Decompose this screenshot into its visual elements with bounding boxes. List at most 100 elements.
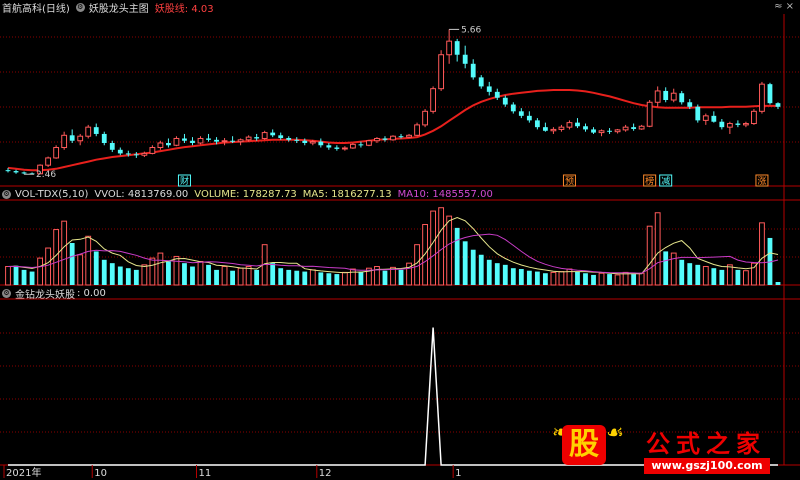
candlestick-series xyxy=(5,29,781,175)
volume-bar xyxy=(133,269,139,285)
event-tags: 财 预 榜减 涨 xyxy=(177,174,769,187)
volume-bar xyxy=(245,266,252,286)
candle-body xyxy=(438,54,445,90)
annotation-label: 5.66 xyxy=(461,25,481,35)
signal-indicator-value: : 0.00 xyxy=(77,287,106,299)
candle-body xyxy=(607,130,612,132)
settings-icon[interactable]: ⚙ xyxy=(75,2,85,12)
candle-body xyxy=(646,101,653,127)
candle-body xyxy=(759,83,765,112)
candle-body xyxy=(398,136,404,138)
logo-badge: 股 xyxy=(562,425,606,465)
signal-panel-header: ⚙ 金钻龙头妖股 : 0.00 xyxy=(0,286,112,301)
candle-body xyxy=(566,122,573,128)
volume-bar xyxy=(526,270,532,285)
candle-body xyxy=(478,77,484,87)
chart-canvas[interactable]: 财 预 榜减 涨 5.66 2.46 2021年 10 11 12 1 xyxy=(0,0,800,480)
candle-body xyxy=(214,139,219,142)
candle-body xyxy=(743,123,749,126)
candle-body xyxy=(614,129,621,133)
volume-bar xyxy=(470,249,476,285)
volume-bar xyxy=(462,241,468,285)
volume-bar xyxy=(518,269,524,285)
settings-icon[interactable]: ⚙ xyxy=(2,288,11,298)
volume-bar xyxy=(478,254,484,285)
volume-bar xyxy=(197,260,204,286)
volume-bars xyxy=(5,207,781,286)
volume-bar xyxy=(719,269,725,285)
volume-bar xyxy=(398,269,404,285)
volume-bar xyxy=(101,259,107,285)
volume-ma-lines xyxy=(7,216,779,275)
volume-bar xyxy=(230,270,235,285)
volume-bar xyxy=(438,207,445,286)
watermark-logo: ❧ 股 ☙ 公式之家 www.gszj100.com xyxy=(548,420,800,480)
candle-body xyxy=(767,84,773,104)
volume-panel-header: ⚙ VOL-TDX(5,10) VVOL: 4813769.00 VOLUME:… xyxy=(0,187,499,201)
candle-body xyxy=(206,138,211,140)
candle-body xyxy=(197,137,204,144)
volume-bar xyxy=(334,274,340,285)
candle-body xyxy=(93,127,99,134)
volume-bar xyxy=(646,225,653,286)
candle-body xyxy=(221,140,228,143)
candle-body xyxy=(454,41,460,55)
candle-body xyxy=(21,172,27,174)
candle-body xyxy=(494,91,500,98)
candle-body xyxy=(510,104,516,112)
candle-body xyxy=(622,126,629,131)
candle-body xyxy=(775,103,781,107)
volume-bar xyxy=(254,269,260,285)
volume-bar xyxy=(302,271,308,285)
volume-bar xyxy=(13,265,19,285)
volume-value: VOLUME: 178287.73 xyxy=(194,188,297,200)
settings-icon[interactable]: ⚙ xyxy=(2,189,11,199)
candle-body xyxy=(679,93,685,103)
volume-bar xyxy=(270,263,276,285)
event-tag-label: 涨 xyxy=(757,176,766,187)
volume-bar xyxy=(29,271,35,285)
candle-body xyxy=(550,128,557,132)
x-axis: 2021年 10 11 12 1 xyxy=(3,465,462,479)
main-indicator-name[interactable]: 妖股龙头主图 xyxy=(89,0,149,15)
candle-body xyxy=(245,136,252,141)
price-annotations: 5.66 2.46 xyxy=(24,25,481,180)
ma10-value: MA10: 1485557.00 xyxy=(397,188,493,200)
volume-bar xyxy=(93,251,99,285)
candle-body xyxy=(254,137,260,139)
candle-body xyxy=(358,144,364,146)
volume-bar xyxy=(341,271,348,286)
volume-bar xyxy=(69,243,75,285)
volume-bar xyxy=(382,270,388,285)
candle-body xyxy=(422,110,428,126)
volume-indicator-name[interactable]: VOL-TDX(5,10) xyxy=(15,189,88,200)
volume-bar xyxy=(550,271,557,286)
candle-body xyxy=(695,106,701,121)
window-controls[interactable]: ≈ × xyxy=(774,1,794,12)
volume-bar xyxy=(125,268,131,285)
candle-body xyxy=(125,153,131,155)
candle-body xyxy=(526,115,532,121)
candle-body xyxy=(101,133,107,143)
volume-bar xyxy=(486,259,492,285)
horn-right-icon: ☙ xyxy=(606,420,624,444)
volume-bar xyxy=(77,254,84,286)
volume-bar xyxy=(702,266,709,286)
candle-body xyxy=(486,86,492,92)
volume-bar xyxy=(349,268,356,286)
candle-body xyxy=(430,88,437,112)
volume-bar xyxy=(743,270,749,286)
volume-bar xyxy=(326,273,332,285)
event-tag-label: 榜 xyxy=(645,175,654,187)
candle-body xyxy=(670,92,677,101)
candle-body xyxy=(309,141,316,144)
stock-name: 首航高科(日线) xyxy=(2,3,70,15)
volume-bar xyxy=(430,210,437,286)
signal-indicator-name[interactable]: 金钻龙头妖股 xyxy=(15,286,75,301)
volume-bar xyxy=(711,268,717,285)
volume-bar xyxy=(614,274,621,286)
volume-bar xyxy=(206,264,211,285)
volume-bar xyxy=(687,263,693,285)
candle-body xyxy=(638,125,645,130)
candle-body xyxy=(575,122,580,127)
